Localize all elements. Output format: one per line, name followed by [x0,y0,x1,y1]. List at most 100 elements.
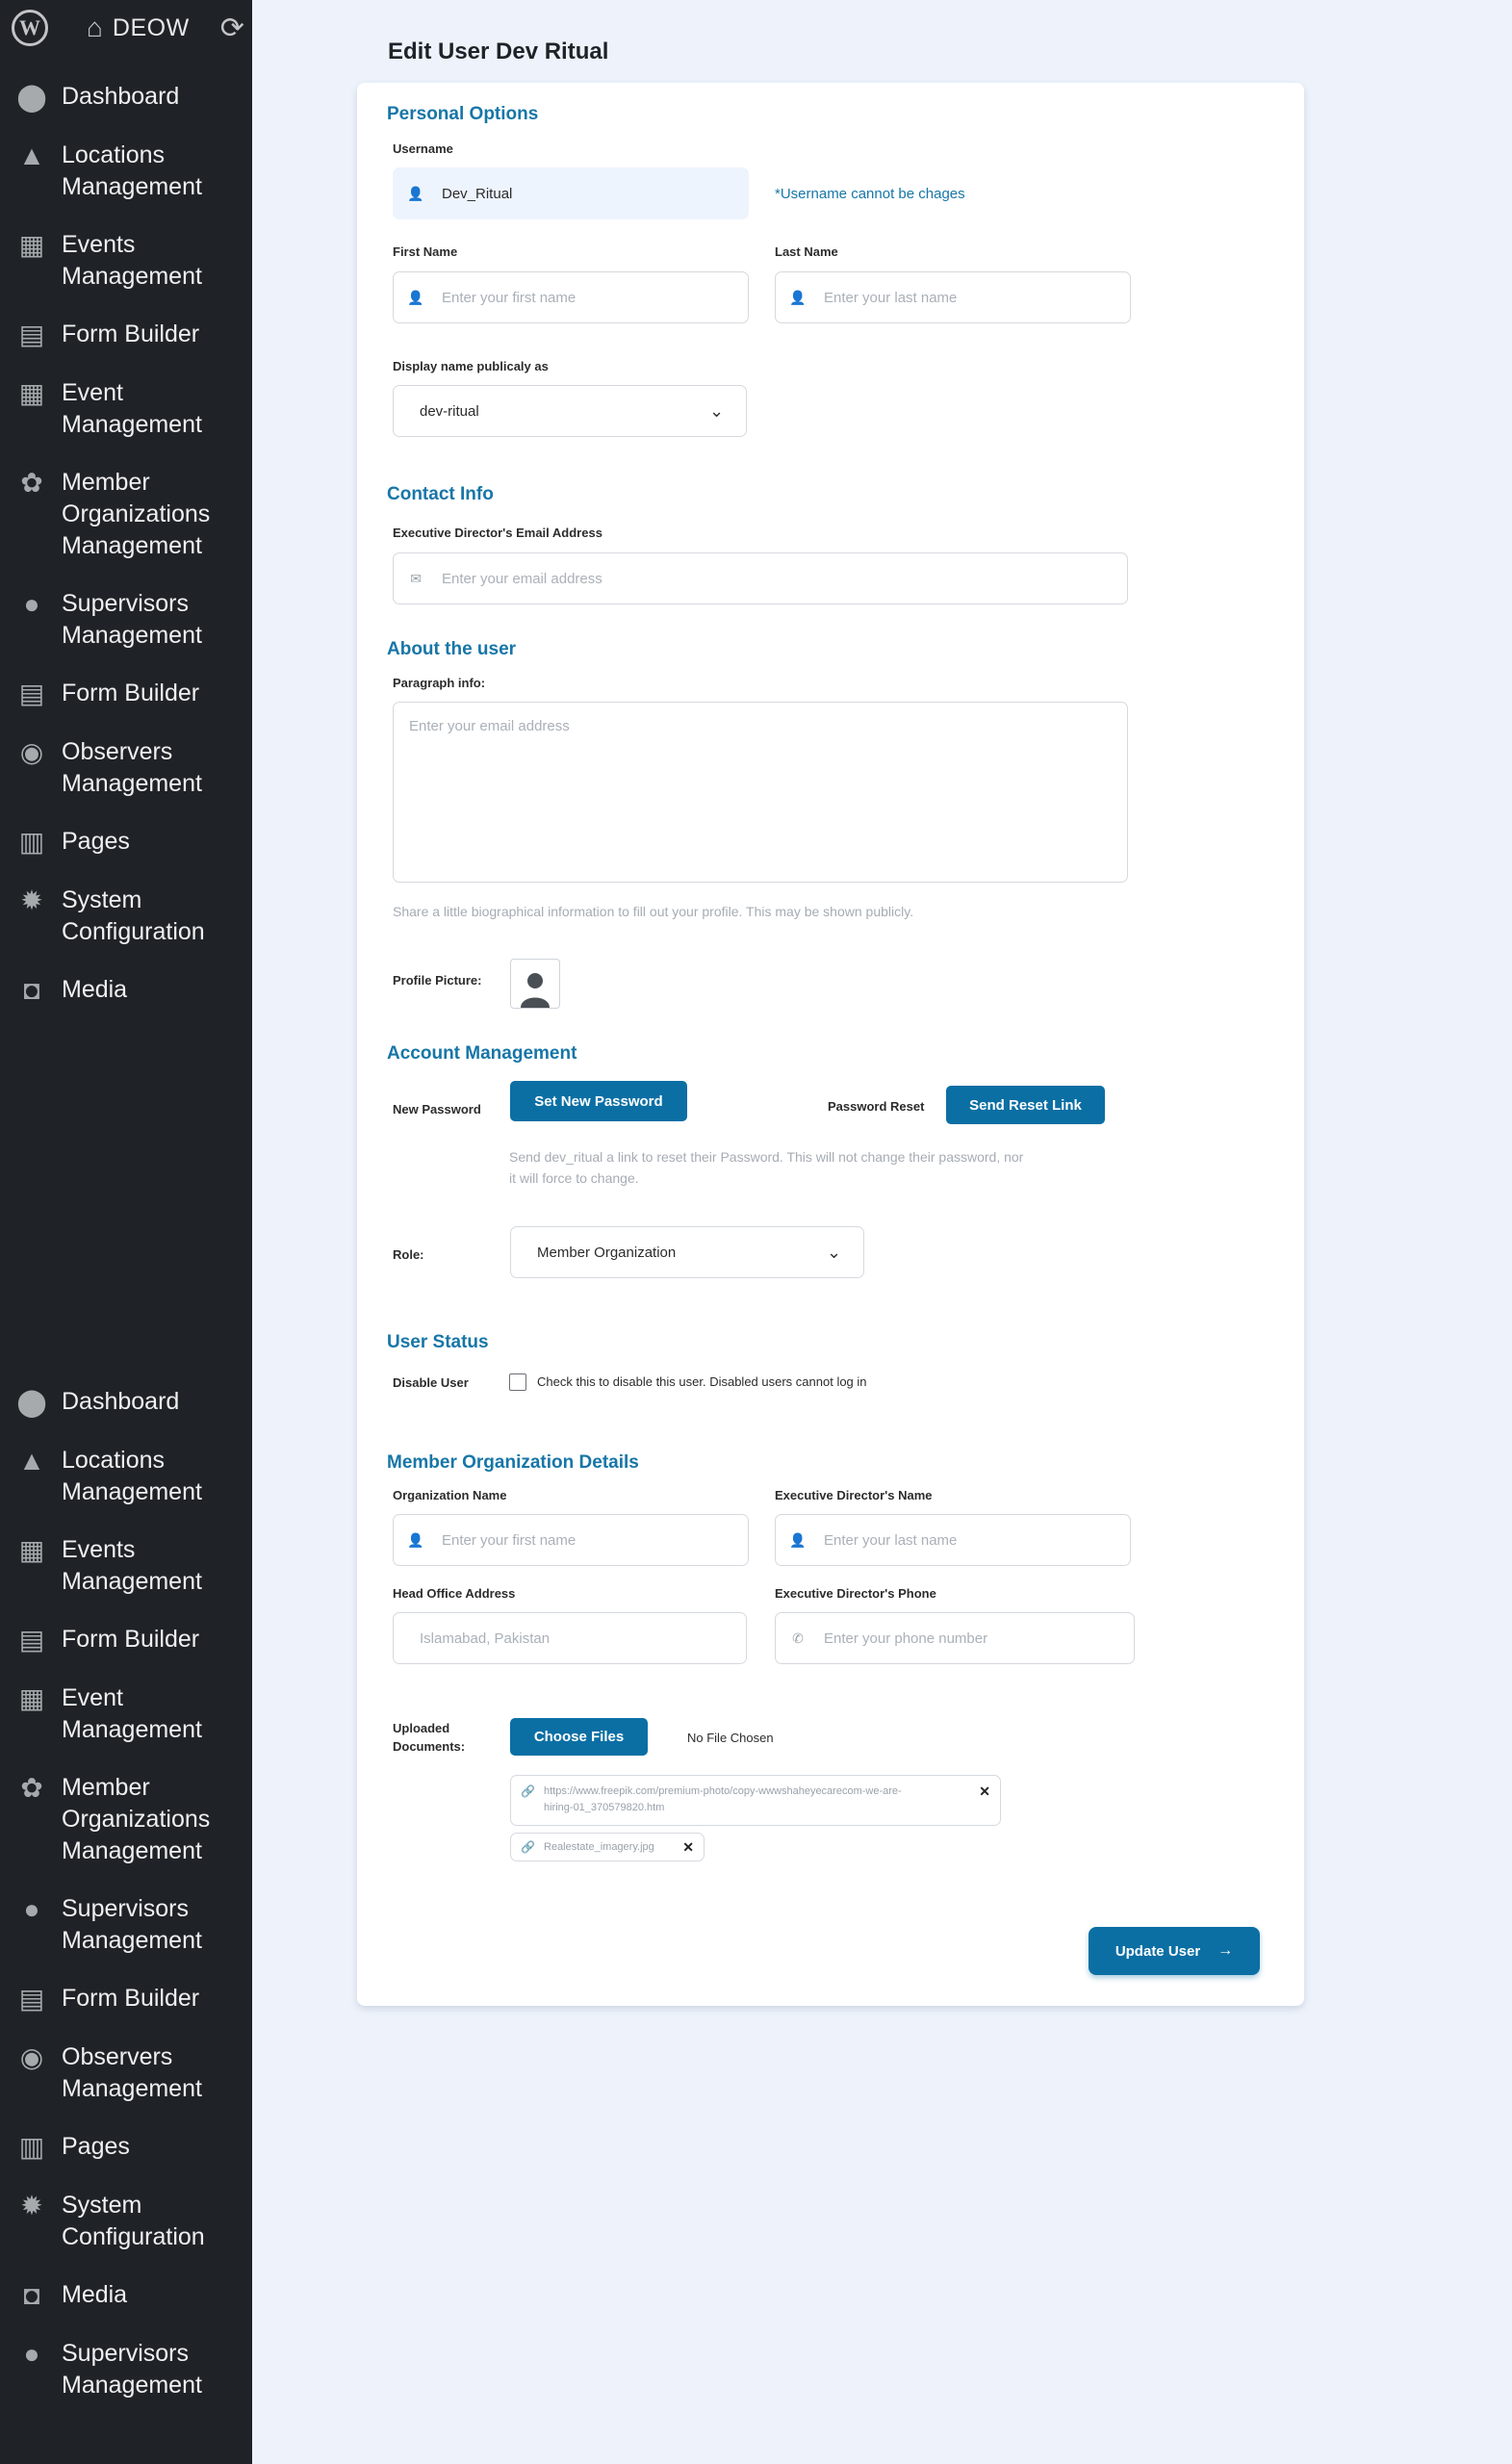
sidebar-item[interactable]: ▦ Events Management [0,229,252,293]
sidebar-item-label: System Configuration [62,886,205,945]
sidebar-item[interactable]: ⬤ Dashboard [0,1386,252,1419]
first-name-label: First Name [393,244,458,259]
uploaded-file-chip[interactable]: 🔗 https://www.freepik.com/premium-photo/… [510,1775,1001,1826]
address-input[interactable]: Islamabad, Pakistan [393,1612,747,1664]
sidebar-item-icon: ✹ [20,886,43,915]
section-account-management: Account Management [387,1043,577,1064]
sidebar-item[interactable]: ▤ Form Builder [0,1983,252,2015]
org-name-input[interactable]: 👤 Enter your first name [393,1514,749,1566]
phone-input[interactable]: ✆ Enter your phone number [775,1612,1135,1664]
sidebar-item[interactable]: ✹ System Configuration [0,2190,252,2253]
sidebar-item[interactable]: ▥ Pages [0,2131,252,2164]
sidebar-item[interactable]: ◉ Observers Management [0,736,252,800]
edit-user-card: Personal Options Username 👤 Dev_Ritual *… [357,83,1304,2006]
user-icon: 👤 [407,1531,424,1548]
sidebar-item[interactable]: ◘ Media [0,2279,252,2312]
sidebar-item[interactable]: ▲ Locations Management [0,140,252,203]
username-field[interactable]: 👤 Dev_Ritual [393,167,749,219]
uploaded-file-chip[interactable]: 🔗 Realestate_imagery.jpg ✕ [510,1833,705,1861]
sidebar-item[interactable]: ▲ Locations Management [0,1445,252,1508]
sidebar-item[interactable]: ▥ Pages [0,826,252,859]
wordpress-logo-letter: W [19,15,40,39]
sidebar-item[interactable]: ✿ Member Organizations Management [0,1772,252,1867]
sidebar-item-label: Media [62,2281,128,2308]
sidebar-item-icon: ▤ [18,679,45,708]
sidebar-item[interactable]: ● Supervisors Management [0,1893,252,1957]
sidebar-item-icon: ✿ [20,468,43,498]
wordpress-logo-icon[interactable]: W [12,10,48,46]
profile-picture-avatar[interactable] [510,959,560,1009]
disable-user-text: Check this to disable this user. Disable… [537,1374,867,1389]
sidebar-item-label: Form Builder [62,1626,200,1653]
sidebar-item[interactable]: ▦ Events Management [0,1534,252,1598]
sidebar-item[interactable]: ⬤ Dashboard [0,81,252,114]
org-name-placeholder: Enter your first name [442,1531,577,1549]
role-select[interactable]: Member Organization ⌄ [510,1226,864,1278]
sidebar-item-icon: ▤ [18,320,45,349]
user-icon: 👤 [407,185,424,201]
sidebar-item[interactable]: ● Supervisors Management [0,2338,252,2401]
phone-icon: ✆ [792,1630,804,1646]
set-new-password-button[interactable]: Set New Password [510,1081,687,1121]
sidebar-item[interactable]: ◉ Observers Management [0,2041,252,2105]
sidebar-item-label: Supervisors Management [62,2340,202,2399]
sidebar-item-icon: ● [23,589,40,619]
remove-file-icon[interactable]: ✕ [979,1784,990,1800]
uploaded-file-name: Realestate_imagery.jpg [544,1841,654,1853]
sidebar-item-icon: ● [23,2339,40,2369]
sidebar-item[interactable]: ◘ Media [0,974,252,1007]
first-name-input[interactable]: 👤 Enter your first name [393,271,749,323]
home-icon[interactable]: ⌂ [87,13,103,43]
disable-user-checkbox[interactable] [509,1373,526,1391]
display-name-select[interactable]: dev-ritual ⌄ [393,385,747,437]
profile-picture-label: Profile Picture: [393,973,482,988]
user-icon: 👤 [789,289,807,305]
sidebar-item-label: Dashboard [62,1388,180,1415]
sidebar-item-label: Media [62,976,128,1003]
paragraph-label: Paragraph info: [393,676,486,690]
bio-textarea[interactable]: Enter your email address [393,702,1128,883]
update-user-button[interactable]: Update User → [1089,1927,1260,1975]
sidebar-item-icon: ▥ [18,827,45,857]
choose-files-button[interactable]: Choose Files [510,1718,648,1756]
email-input[interactable]: ✉ Enter your email address [393,552,1128,604]
last-name-input[interactable]: 👤 Enter your last name [775,271,1131,323]
sidebar-item-icon: ● [23,1894,40,1924]
chevron-down-icon: ⌄ [709,400,725,421]
sidebar-item-icon: ⬤ [16,1387,47,1417]
section-user-status: User Status [387,1332,489,1352]
chevron-down-icon: ⌄ [827,1242,842,1262]
sidebar-item[interactable]: ● Supervisors Management [0,588,252,652]
sidebar-item-label: Locations Management [62,1447,202,1505]
last-name-placeholder: Enter your last name [824,289,958,306]
site-name[interactable]: DEOW [113,14,190,42]
sidebar-item[interactable]: ▦ Event Management [0,1682,252,1746]
sync-icon[interactable]: ⟳ [220,12,244,45]
sidebar-item[interactable]: ✹ System Configuration [0,885,252,948]
sidebar-item[interactable]: ▤ Form Builder [0,678,252,710]
phone-placeholder: Enter your phone number [824,1630,988,1647]
org-name-label: Organization Name [393,1488,507,1502]
remove-file-icon[interactable]: ✕ [682,1839,694,1856]
sidebar-item-icon: ▲ [18,141,45,170]
section-about-user: About the user [387,639,517,659]
email-placeholder: Enter your email address [442,570,602,587]
display-name-value: dev-ritual [420,402,479,420]
role-value: Member Organization [537,1244,677,1261]
director-name-input[interactable]: 👤 Enter your last name [775,1514,1131,1566]
sidebar-item[interactable]: ✿ Member Organizations Management [0,467,252,562]
sidebar-item[interactable]: ▤ Form Builder [0,1624,252,1656]
sidebar-item[interactable]: ▤ Form Builder [0,319,252,351]
sidebar-item-icon: ⬤ [16,82,47,112]
section-personal-options: Personal Options [387,104,539,124]
envelope-icon: ✉ [410,570,422,586]
admin-sidebar: W ⌂ DEOW ⟳ ⬤ Dashboard ▲ Locations Manageme… [0,0,252,2464]
sidebar-item-label: Events Management [62,231,202,290]
display-name-label: Display name publicaly as [393,359,549,373]
send-reset-link-button[interactable]: Send Reset Link [946,1086,1105,1124]
user-icon: 👤 [789,1531,807,1548]
disable-user-label: Disable User [393,1375,469,1390]
sidebar-item-icon: ◘ [23,975,40,1005]
sidebar-item-label: Supervisors Management [62,1895,202,1954]
sidebar-item[interactable]: ▦ Event Management [0,377,252,441]
